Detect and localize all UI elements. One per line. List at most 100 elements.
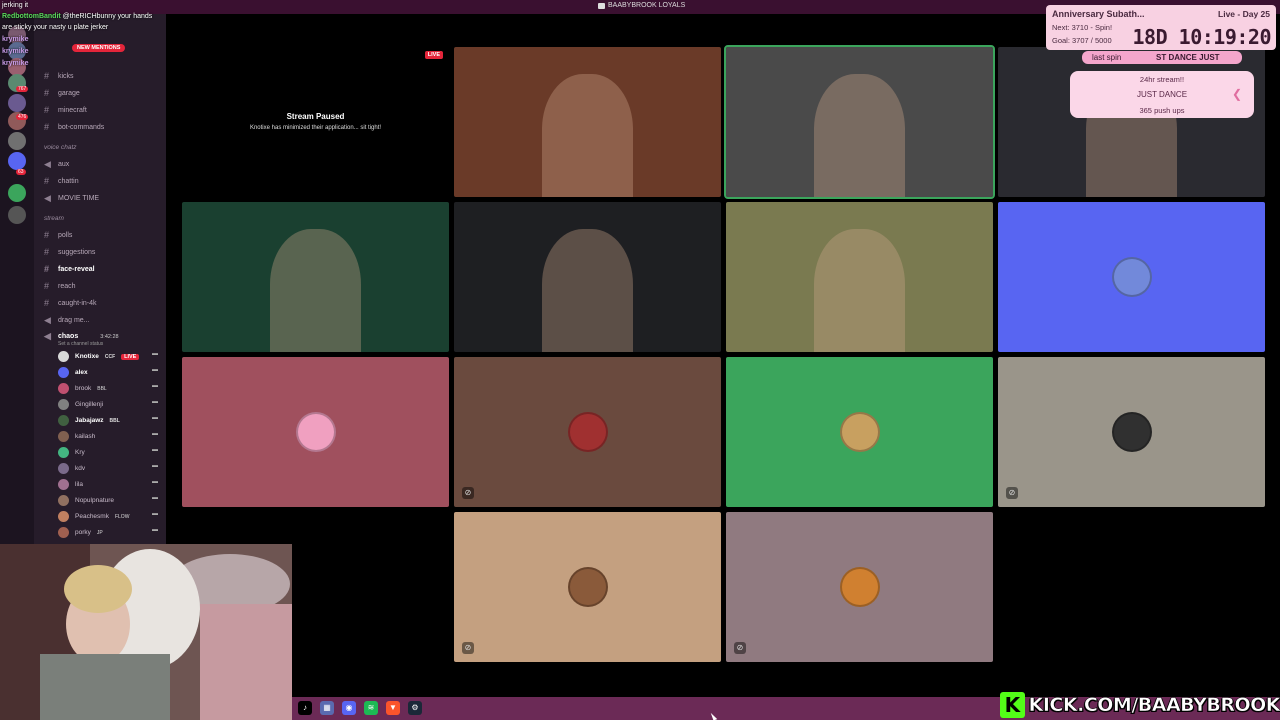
server-icon[interactable] [8,152,26,170]
voice-user[interactable]: kdv [58,463,85,474]
voice-user[interactable]: Nopulpnature [58,495,114,506]
wheel-item: JUST DANCE [1136,90,1188,99]
participant-avatar [567,567,608,607]
participant-video [814,74,905,197]
tile-cam-4[interactable] [182,202,449,352]
steam-icon[interactable]: ⚙ [408,701,422,715]
participant-avatar [839,412,880,452]
voice-user[interactable]: Gingillenji [58,399,103,410]
participant-avatar [295,412,336,452]
speaker-icon: ◀ [44,193,51,203]
chat-text: are sticky your nasty u plate jerker [2,24,109,31]
channel-category[interactable]: voice chatz [44,144,77,151]
channel-label: chaos [58,333,79,340]
channel-label: face-reveal [58,265,95,273]
subathon-goal: Goal: 3707 / 5000 [1052,36,1112,45]
voice-user[interactable]: kailash [58,431,95,442]
voice-user[interactable]: Peachesmk FLOW [58,511,129,522]
server-rail: 767 476 63 [0,14,34,544]
channel-item[interactable]: # garage [44,88,80,98]
tile-cam-5[interactable] [454,202,721,352]
server-icon[interactable] [8,94,26,112]
channel-label: caught-in-4k [58,299,97,307]
voice-user[interactable]: Jabajawz BBL [58,415,120,426]
tile-avatar-pink[interactable] [182,357,449,507]
channel-status[interactable]: Set a channel status [58,341,103,347]
camera-icon: ▬ [152,527,158,533]
tile-avatar-motorcycle[interactable]: ⊘ [454,357,721,507]
window-title-text: BAABYBROOK LOYALS [608,2,686,9]
discord-icon[interactable]: ◉ [342,701,356,715]
voice-user[interactable]: Kry [58,447,85,458]
tile-cam-3[interactable] [998,47,1265,197]
channel-item[interactable]: ◀ MOVIE TIME [44,193,99,204]
streamer-webcam [0,544,292,720]
tile-cam-1[interactable] [454,47,721,197]
chat-username: RedbottomBandit [2,13,61,20]
server-badge: 767 [16,86,29,92]
new-mentions-badge[interactable]: NEW MENTIONS [72,44,126,52]
tile-avatar-guy[interactable]: ⊘ [726,512,993,662]
wheel-item: 365 push ups [1139,106,1185,115]
channel-item[interactable]: # minecraft [44,105,87,115]
channel-label: reach [58,282,76,290]
subathon-timer: 18D 10:19:20 [1132,25,1272,49]
brave-icon[interactable]: ▼ [386,701,400,715]
voice-user[interactable]: lila [58,479,83,490]
channel-label: polls [58,231,73,239]
camera-icon: ▬ [152,415,158,421]
participant-video [814,229,905,352]
channel-item[interactable]: ◀ aux [44,159,69,170]
tile-cam-6[interactable] [726,202,993,352]
channel-item[interactable]: # kicks [44,71,74,81]
hash-icon: # [44,71,50,81]
server-icon[interactable] [8,132,26,150]
tile-avatar-suit[interactable]: ⊘ [998,357,1265,507]
server-icon[interactable] [8,184,26,202]
participant-avatar [1111,257,1152,297]
tile-avatar-discord[interactable] [998,202,1265,352]
tile-avatar-green[interactable] [726,357,993,507]
user-tag: FLOW [114,513,130,520]
server-icon[interactable] [8,206,26,224]
channel-item[interactable]: # caught-in-4k [44,298,97,308]
camera-icon: ▬ [152,383,158,389]
avatar [58,399,69,410]
channel-item[interactable]: # suggestions [44,247,95,257]
channel-category[interactable]: stream [44,215,64,222]
channel-item[interactable]: # reach [44,281,76,291]
tile-avatar-girl[interactable]: ⊘ [454,512,721,662]
channel-item[interactable]: ◀ drag me... [44,315,90,326]
hash-icon: # [44,281,50,291]
channel-item[interactable]: # chattin [44,176,79,186]
voice-user[interactable]: brook BBL [58,383,107,394]
app-icon[interactable]: ▦ [320,701,334,715]
participant-video [270,229,361,352]
avatar [58,495,69,506]
voice-user-name: Nopulpnature [75,497,115,504]
tile-cam-2[interactable] [724,45,995,199]
tiktok-icon[interactable]: ♪ [298,701,312,715]
wheel-item: 24hr stream!! [1139,75,1185,84]
server-badge: 476 [16,114,29,120]
hash-icon: # [44,247,50,257]
channel-item[interactable]: # bot-commands [44,122,104,132]
channel-label: minecraft [58,106,87,114]
chat-text: jerking it [2,2,29,9]
stream-paused-title: Stream Paused [286,112,345,121]
voice-user[interactable]: Knotixe CCF LIVE [58,351,140,362]
voice-user[interactable]: porky JP [58,527,103,538]
channel-item[interactable]: # polls [44,230,72,240]
live-badge: LIVE [424,51,443,59]
spotify-icon[interactable]: ≋ [364,701,378,715]
voice-user-name: Peachesmk [75,513,109,520]
voice-user-name: lila [75,481,83,488]
voice-user-name: porky [75,529,91,536]
chat-username: krymike [2,48,29,55]
channel-item[interactable]: # face-reveal [44,264,95,274]
voice-user[interactable]: alex [58,367,88,378]
voice-user-name: Kry [75,449,85,456]
tile-stream-paused[interactable]: LIVE Stream Paused Knotixe has minimized t… [182,47,449,197]
avatar [58,511,69,522]
live-badge: LIVE [121,353,140,360]
